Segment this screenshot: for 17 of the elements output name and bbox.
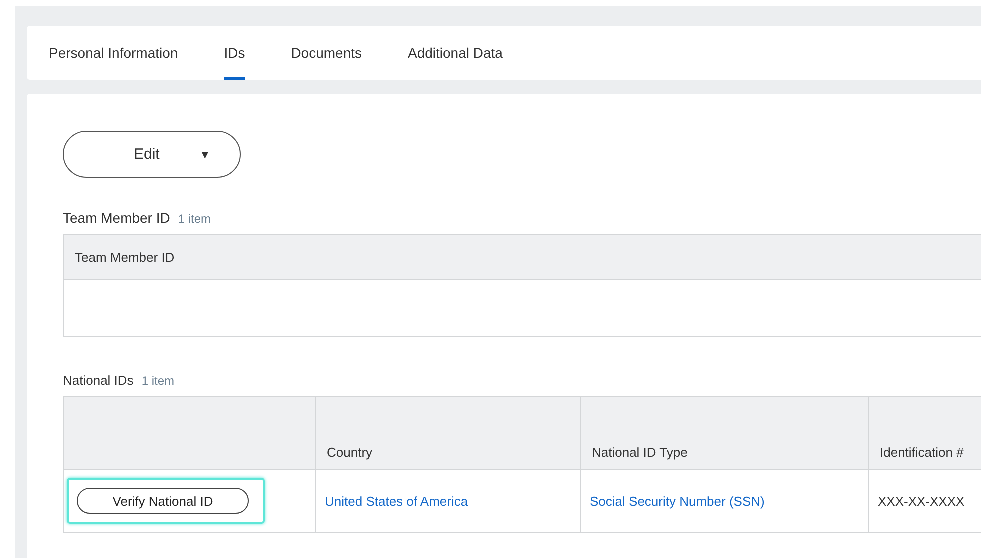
- item-count: 1 item: [178, 212, 212, 226]
- tab[interactable]: Personal Information: [49, 26, 178, 80]
- column-header: Country: [316, 396, 580, 470]
- tab[interactable]: Documents: [291, 26, 362, 80]
- item-count: 1 item: [142, 374, 174, 388]
- section-title: National IDs: [63, 373, 134, 388]
- tab[interactable]: Additional Data: [408, 26, 503, 80]
- column-header: Identification #: [868, 396, 981, 470]
- section-title: Team Member ID: [63, 210, 170, 226]
- id-type-link[interactable]: Social Security Number (SSN): [590, 494, 765, 508]
- column-header: Team Member ID: [64, 234, 981, 280]
- table-cell: XXX-XX-XXXX: [878, 494, 965, 508]
- tab[interactable]: IDs: [224, 26, 246, 80]
- verify-button[interactable]: Verify National ID: [77, 488, 249, 514]
- column-header: National ID Type: [580, 396, 868, 470]
- edit-button[interactable]: Edit ▾: [63, 131, 241, 178]
- country-link[interactable]: United States of America: [325, 494, 468, 508]
